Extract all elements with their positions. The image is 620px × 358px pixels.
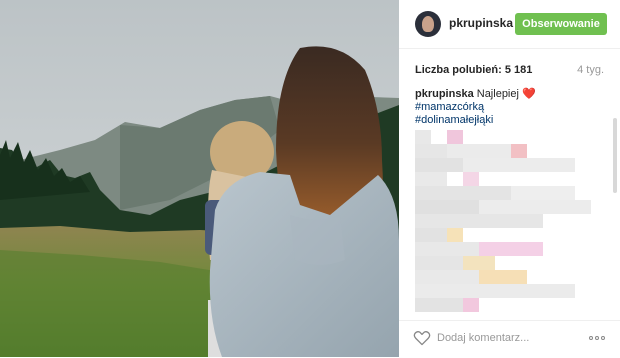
pixel-block [415,284,575,298]
caption: pkrupinska Najlepiej ❤️ #mamazcórką #dol… [415,88,604,127]
pixel-block [511,186,575,200]
pixel-block [415,298,463,312]
heart-emoji: ❤️ [522,88,536,100]
post-photo [0,0,399,357]
hashtag-link[interactable]: #dolinamałejłąki [415,114,604,127]
heart-outline-icon[interactable] [413,330,431,346]
pixel-block [415,214,543,228]
username[interactable]: pkrupinska [449,16,513,30]
pixel-block [415,158,463,172]
more-options-icon[interactable] [589,336,607,341]
likes-row: Liczba polubień: 5 181 4 tyg. [415,64,604,78]
pixel-block [463,298,479,312]
dot-icon [601,336,605,340]
dot-icon [595,336,599,340]
comment-input[interactable] [437,331,577,345]
pixel-block [415,130,431,144]
comment-bar [399,320,620,358]
pixel-block [511,144,527,158]
pixel-block [415,200,479,214]
pixel-block [415,172,447,186]
likes-count[interactable]: Liczba polubień: 5 181 [415,64,532,76]
pixel-block [463,158,575,172]
avatar-face [422,16,434,32]
pixel-block [415,242,479,256]
caption-text: Najlepiej [476,88,519,100]
pixel-block [415,186,511,200]
pixel-block [415,144,447,158]
pixel-block [479,242,543,256]
caption-username[interactable]: pkrupinska [415,88,474,100]
pixel-block [463,172,479,186]
post-sidebar: pkrupinska Obserwowanie Liczba polubień:… [399,0,620,357]
follow-button[interactable]: Obserwowanie [515,13,607,35]
dot-icon [589,336,593,340]
pixel-block [463,256,495,270]
pixel-block [479,270,527,284]
pixel-block [447,130,463,144]
pixel-block [415,256,463,270]
post-time[interactable]: 4 tyg. [577,64,604,76]
pixel-block [479,200,591,214]
pixel-block [415,270,479,284]
scrollbar[interactable] [613,118,617,193]
hashtag-link[interactable]: #mamazcórką [415,101,604,114]
photo-illustration [0,0,399,357]
comments-list-pixelated [415,130,597,325]
pixel-block [447,144,511,158]
post-header: pkrupinska Obserwowanie [399,0,620,49]
avatar[interactable] [415,11,441,37]
pixel-block [447,228,463,242]
pixel-block [415,228,447,242]
